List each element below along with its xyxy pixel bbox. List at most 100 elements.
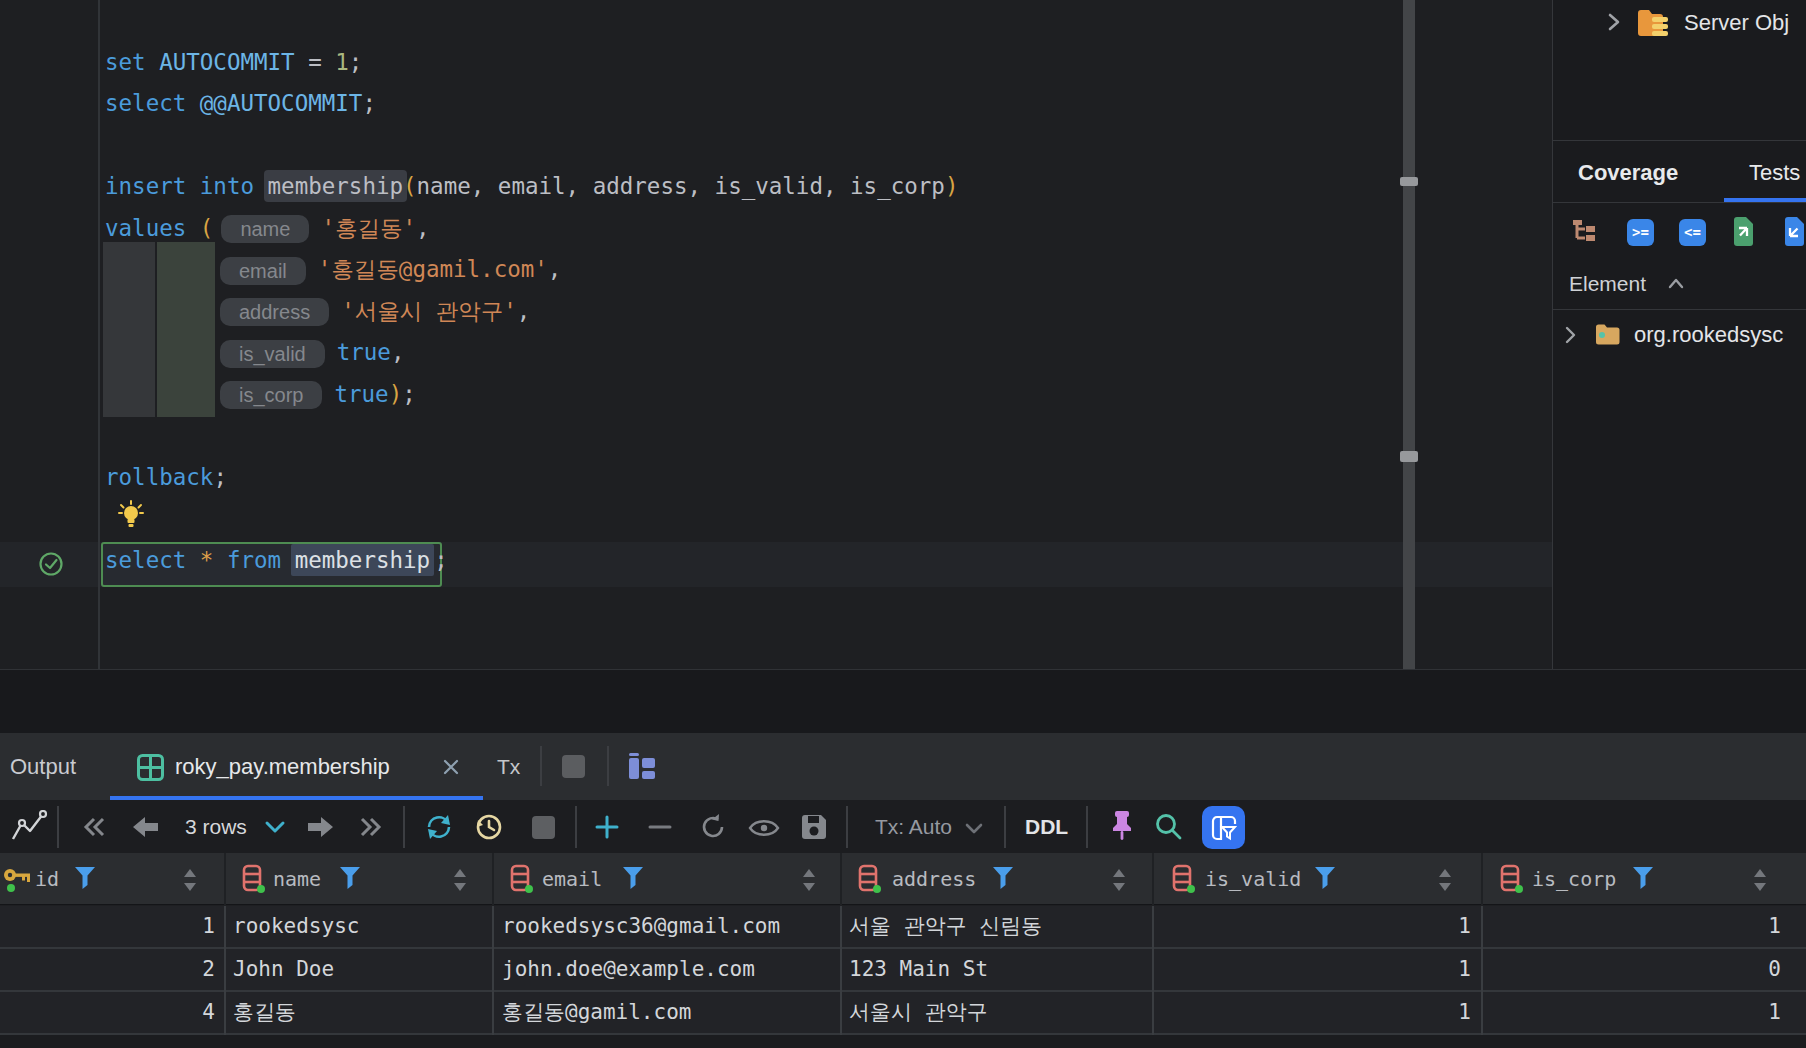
table-row[interactable]: 4 홍길동 홍길동@gamil.com 서울시 관악구 1 1 xyxy=(0,992,1806,1033)
cell-address[interactable]: 서울시 관악구 xyxy=(849,992,1149,1033)
cell-email[interactable]: rookedsysc36@gmail.com xyxy=(502,906,837,947)
pin-icon[interactable] xyxy=(1108,810,1136,844)
cell-is-valid[interactable]: 1 xyxy=(1200,906,1471,947)
cell-name[interactable]: rookedsysc xyxy=(233,906,488,947)
column-header-id[interactable]: id xyxy=(35,853,59,905)
export-file-blue-icon[interactable] xyxy=(1782,217,1806,246)
sql-editor[interactable]: set AUTOCOMMIT = 1; select @@AUTOCOMMIT;… xyxy=(0,0,1552,669)
column-icon xyxy=(510,864,536,894)
refresh-icon[interactable] xyxy=(424,812,454,842)
filter-funnel-icon[interactable] xyxy=(1314,866,1336,891)
cell-id[interactable]: 1 xyxy=(0,906,215,947)
chevron-up-icon[interactable] xyxy=(1667,275,1685,293)
add-row-icon[interactable] xyxy=(594,814,620,840)
chart-icon[interactable] xyxy=(10,810,48,844)
first-page-icon[interactable] xyxy=(82,816,106,838)
cell-address[interactable]: 123 Main St xyxy=(849,949,1149,990)
sort-arrows-icon[interactable] xyxy=(452,868,468,892)
intention-bulb-icon[interactable] xyxy=(115,500,147,530)
cell-is-valid[interactable]: 1 xyxy=(1200,992,1471,1033)
test-hierarchy-icon[interactable] xyxy=(1572,219,1598,245)
column-header-email[interactable]: email xyxy=(542,853,602,905)
code-line-6[interactable]: email'홍길동@gamil.com', xyxy=(105,249,561,291)
cell-id[interactable]: 2 xyxy=(0,949,215,990)
cell-email[interactable]: john.doe@example.com xyxy=(502,949,837,990)
code-line-7[interactable]: address'서울시 관악구', xyxy=(105,291,530,333)
code-line-2[interactable]: select @@AUTOCOMMIT; xyxy=(105,83,376,125)
table-row[interactable]: 1 rookedsysc rookedsysc36@gmail.com 서울 관… xyxy=(0,906,1806,947)
code-line-11[interactable]: rollback; xyxy=(105,457,227,499)
column-icon xyxy=(1500,864,1526,894)
filter-funnel-icon[interactable] xyxy=(339,866,361,891)
cell-name[interactable]: 홍길동 xyxy=(233,992,488,1033)
row-count-label[interactable]: 3 rows xyxy=(185,800,247,853)
table-row[interactable]: 2 John Doe john.doe@example.com 123 Main… xyxy=(0,949,1806,990)
chevron-down-icon[interactable] xyxy=(964,822,984,835)
console-output-icon[interactable]: >= xyxy=(1627,219,1654,246)
column-header-address[interactable]: address xyxy=(892,853,976,905)
filter-funnel-icon[interactable] xyxy=(992,866,1014,891)
cell-name[interactable]: John Doe xyxy=(233,949,488,990)
tab-coverage[interactable]: Coverage xyxy=(1578,143,1678,202)
next-page-icon[interactable] xyxy=(307,815,334,839)
param-hint-is-corp: is_corp xyxy=(220,381,322,409)
search-icon[interactable] xyxy=(1153,811,1185,843)
code-line-13[interactable]: select * from membership; xyxy=(105,540,448,582)
tab-result-grid[interactable]: roky_pay.membership xyxy=(175,733,390,800)
sort-arrows-icon[interactable] xyxy=(182,868,198,892)
cell-is-valid[interactable]: 1 xyxy=(1200,949,1471,990)
layout-settings-icon[interactable] xyxy=(628,753,656,780)
sort-arrows-icon[interactable] xyxy=(801,868,817,892)
code-line-9[interactable]: is_corptrue); xyxy=(105,374,416,416)
last-page-icon[interactable] xyxy=(359,816,383,838)
cell-address[interactable]: 서울 관악구 신림동 xyxy=(849,906,1149,947)
column-header-is-corp[interactable]: is_corp xyxy=(1532,853,1616,905)
chevron-down-icon[interactable] xyxy=(264,820,286,835)
primary-key-icon xyxy=(2,866,32,894)
param-hint-is-valid: is_valid xyxy=(220,340,325,368)
element-column-header[interactable]: Element xyxy=(1569,260,1646,308)
cell-is-corp[interactable]: 0 xyxy=(1500,949,1781,990)
ddl-button[interactable]: DDL xyxy=(1025,800,1068,853)
code-line-1[interactable]: set AUTOCOMMIT = 1; xyxy=(105,42,362,84)
editor-scrollbar[interactable] xyxy=(1403,0,1415,669)
filter-funnel-icon[interactable] xyxy=(74,866,96,891)
column-header-is-valid[interactable]: is_valid xyxy=(1205,853,1301,905)
tab-output[interactable]: Output xyxy=(10,733,76,800)
close-tab-icon[interactable] xyxy=(441,757,461,777)
save-icon[interactable] xyxy=(800,813,828,841)
tab-tests[interactable]: Tests xyxy=(1749,143,1800,202)
tx-mode-label[interactable]: Tx: Auto xyxy=(875,800,952,853)
code-line-8[interactable]: is_validtrue, xyxy=(105,332,404,374)
column-header-name[interactable]: name xyxy=(273,853,321,905)
export-file-green-icon[interactable] xyxy=(1731,217,1756,246)
revert-icon[interactable] xyxy=(700,813,726,841)
filter-funnel-icon[interactable] xyxy=(1632,866,1654,891)
panel-gap-band xyxy=(0,669,1806,733)
sort-arrows-icon[interactable] xyxy=(1437,868,1453,892)
preview-eye-icon[interactable] xyxy=(748,817,780,839)
tab-tx[interactable]: Tx xyxy=(497,733,520,800)
cell-is-corp[interactable]: 1 xyxy=(1500,992,1781,1033)
table-result-icon xyxy=(137,754,164,781)
sort-arrows-icon[interactable] xyxy=(1111,868,1127,892)
cell-is-corp[interactable]: 1 xyxy=(1500,906,1781,947)
sort-arrows-icon[interactable] xyxy=(1752,868,1768,892)
cell-id[interactable]: 4 xyxy=(0,992,215,1033)
statement-success-icon xyxy=(38,551,64,577)
console-input-icon[interactable]: <= xyxy=(1679,219,1706,246)
code-line-4[interactable]: insert into membership(name, email, addr… xyxy=(105,166,958,208)
filter-funnel-icon[interactable] xyxy=(622,866,644,891)
previous-page-icon[interactable] xyxy=(132,815,159,839)
code-line-5[interactable]: values (name'홍길동', xyxy=(105,208,430,250)
remove-row-icon[interactable] xyxy=(647,814,673,840)
package-folder-icon xyxy=(1595,323,1622,346)
param-hint-address: address xyxy=(220,298,329,326)
package-tree-item[interactable]: org.rookedsysc xyxy=(1634,312,1783,358)
chevron-right-icon[interactable] xyxy=(1602,11,1624,33)
local-history-icon[interactable] xyxy=(472,812,504,842)
server-objects-label[interactable]: Server Obj xyxy=(1684,0,1789,46)
cell-email[interactable]: 홍길동@gamil.com xyxy=(502,992,837,1033)
filter-view-button[interactable] xyxy=(1202,806,1245,849)
chevron-right-icon[interactable] xyxy=(1560,325,1580,345)
